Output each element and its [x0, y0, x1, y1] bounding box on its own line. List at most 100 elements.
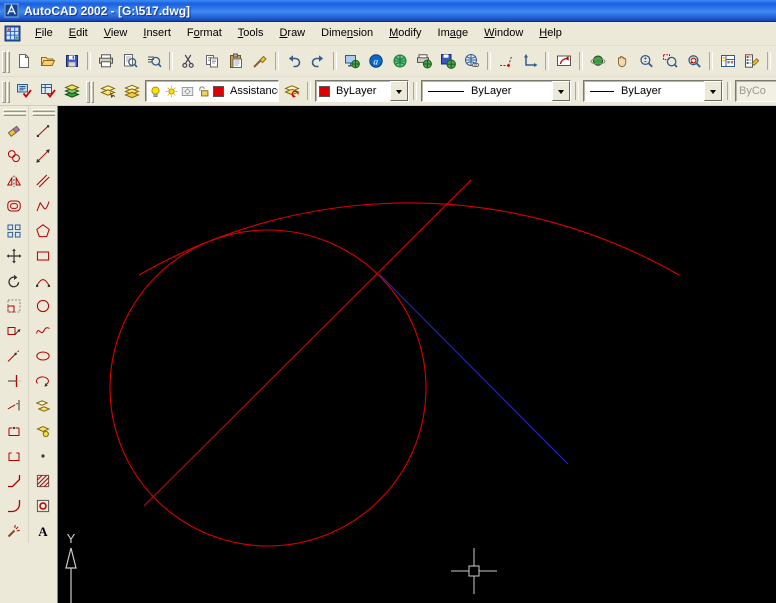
layers-button[interactable] — [120, 79, 144, 103]
toolbar-grip[interactable] — [2, 81, 10, 101]
ellipse-arc-button[interactable] — [30, 368, 56, 393]
pan-realtime-button[interactable] — [610, 49, 634, 73]
sun-thaw-icon[interactable] — [164, 84, 178, 98]
region-button[interactable] — [30, 493, 56, 518]
construction-line-button[interactable] — [30, 143, 56, 168]
designcenter-button[interactable] — [716, 49, 740, 73]
diagonal-line-entity[interactable] — [144, 180, 471, 506]
layer-combo[interactable]: Assistance — [145, 80, 279, 102]
make-object-layer-current-button[interactable] — [96, 79, 120, 103]
layer-state-restore-button[interactable] — [36, 79, 60, 103]
break-button[interactable] — [1, 443, 27, 468]
toolbar-grip[interactable] — [32, 109, 54, 116]
array-button[interactable] — [1, 218, 27, 243]
toolbar-grip[interactable] — [86, 81, 94, 101]
hyperlink-button[interactable] — [460, 49, 484, 73]
menu-tools[interactable]: Tools — [230, 24, 272, 43]
paste-button[interactable] — [224, 49, 248, 73]
menu-view[interactable]: View — [96, 24, 136, 43]
arc-button[interactable] — [30, 268, 56, 293]
copy-button[interactable] — [200, 49, 224, 73]
zoom-previous-button[interactable] — [682, 49, 706, 73]
etransmit-button[interactable] — [436, 49, 460, 73]
extend-button[interactable] — [1, 393, 27, 418]
insert-block-button[interactable] — [30, 393, 56, 418]
arc-entity[interactable] — [139, 203, 679, 275]
blue-line-entity[interactable] — [379, 274, 568, 464]
fillet-button[interactable] — [1, 493, 27, 518]
layer-manager-button[interactable] — [60, 79, 84, 103]
multiline-text-button[interactable]: A — [30, 518, 56, 543]
explode-button[interactable] — [1, 518, 27, 543]
color-combo[interactable]: ByLayer — [315, 80, 409, 102]
spline-button[interactable] — [30, 318, 56, 343]
lengthen-button[interactable] — [1, 343, 27, 368]
menu-file[interactable]: File — [27, 24, 61, 43]
viewport-freeze-icon[interactable] — [180, 84, 194, 98]
print-preview-button[interactable] — [118, 49, 142, 73]
open-button[interactable] — [36, 49, 60, 73]
mirror-button[interactable] — [1, 168, 27, 193]
color-combo-dropdown-button[interactable] — [390, 81, 408, 101]
menu-draw[interactable]: Draw — [271, 24, 313, 43]
scale-button[interactable] — [1, 293, 27, 318]
point-a-button[interactable]: a — [364, 49, 388, 73]
line-button[interactable] — [30, 118, 56, 143]
menu-image[interactable]: Image — [430, 24, 477, 43]
meet-now-button[interactable] — [388, 49, 412, 73]
layer-state-save-button[interactable] — [12, 79, 36, 103]
toolbar-grip[interactable] — [2, 51, 10, 71]
menu-help[interactable]: Help — [531, 24, 570, 43]
zoom-window-button[interactable] — [658, 49, 682, 73]
save-button[interactable] — [60, 49, 84, 73]
polyline-button[interactable] — [30, 193, 56, 218]
properties-button[interactable] — [740, 49, 764, 73]
ucs-button[interactable] — [518, 49, 542, 73]
rotate-button[interactable] — [1, 268, 27, 293]
multiline-button[interactable] — [30, 168, 56, 193]
eplot-button[interactable] — [412, 49, 436, 73]
stretch-button[interactable] — [1, 318, 27, 343]
circle-entity[interactable] — [110, 230, 426, 546]
autocad-app-icon[interactable] — [4, 3, 19, 18]
menu-modify[interactable]: Modify — [381, 24, 429, 43]
menu-insert[interactable]: Insert — [135, 24, 179, 43]
lineweight-combo-dropdown-button[interactable] — [704, 81, 722, 101]
linetype-combo-dropdown-button[interactable] — [552, 81, 570, 101]
named-views-button[interactable] — [552, 49, 576, 73]
circle-button[interactable] — [30, 293, 56, 318]
offset-button[interactable] — [1, 193, 27, 218]
copy-object-button[interactable] — [1, 143, 27, 168]
move-button[interactable] — [1, 243, 27, 268]
point-button[interactable] — [30, 443, 56, 468]
title-bar[interactable]: AutoCAD 2002 - [G:\517.dwg] — [0, 0, 776, 22]
drawing-window-icon[interactable] — [4, 25, 21, 42]
menu-dimension[interactable]: Dimension — [313, 24, 381, 43]
ellipse-button[interactable] — [30, 343, 56, 368]
zoom-realtime-button[interactable] — [634, 49, 658, 73]
3d-orbit-button[interactable] — [586, 49, 610, 73]
layer-previous-button[interactable] — [280, 79, 304, 103]
menu-window[interactable]: Window — [476, 24, 531, 43]
rectangle-button[interactable] — [30, 243, 56, 268]
trim-button[interactable] — [1, 368, 27, 393]
toolbar-grip[interactable] — [3, 109, 25, 116]
find-button[interactable] — [142, 49, 166, 73]
hatch-button[interactable] — [30, 468, 56, 493]
padlock-unlocked-icon[interactable] — [196, 84, 210, 98]
cut-button[interactable] — [176, 49, 200, 73]
today-button[interactable] — [340, 49, 364, 73]
lightbulb-on-icon[interactable] — [148, 84, 162, 98]
chamfer-button[interactable] — [1, 468, 27, 493]
lineweight-combo[interactable]: ByLayer — [583, 80, 723, 102]
erase-button[interactable] — [1, 118, 27, 143]
drawing-canvas[interactable]: Y — [57, 106, 776, 603]
temporary-tracking-button[interactable] — [494, 49, 518, 73]
polygon-button[interactable] — [30, 218, 56, 243]
break-at-point-button[interactable] — [1, 418, 27, 443]
linetype-combo[interactable]: ByLayer — [421, 80, 571, 102]
print-button[interactable] — [94, 49, 118, 73]
menu-format[interactable]: Format — [179, 24, 230, 43]
make-block-button[interactable] — [30, 418, 56, 443]
undo-button[interactable] — [282, 49, 306, 73]
